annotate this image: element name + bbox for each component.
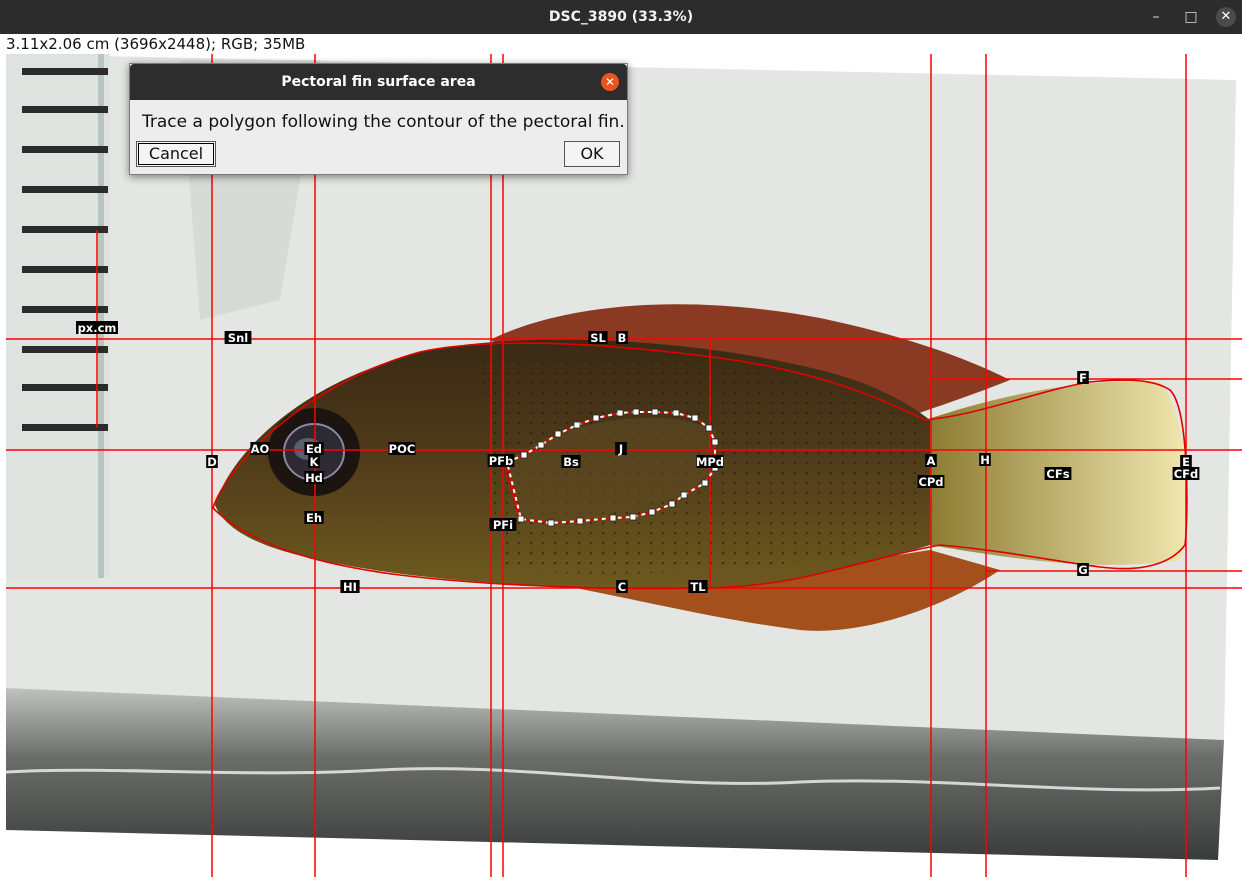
svg-text:POC: POC — [389, 442, 416, 456]
landmark-g: G — [1077, 563, 1089, 577]
minimize-button[interactable]: – — [1146, 0, 1166, 34]
ok-button[interactable]: OK — [564, 141, 620, 167]
landmark-f: F — [1077, 371, 1089, 385]
landmark-snl: Snl — [224, 331, 252, 345]
svg-text:SL: SL — [590, 331, 606, 345]
landmark-a: A — [925, 454, 937, 468]
annotated-photo[interactable]: px.cm Snl SL B AO EdK Hd Eh D POC PFb Bs J MPd PFi A CPd… — [6, 54, 1242, 877]
svg-text:MPd: MPd — [696, 455, 724, 469]
landmark-hi: HI — [340, 580, 360, 594]
svg-text:H: H — [980, 453, 990, 467]
svg-text:Hd: Hd — [305, 471, 323, 485]
svg-text:A: A — [927, 454, 936, 468]
landmark-d: D — [206, 455, 218, 469]
landmark-b: B — [616, 331, 628, 345]
landmark-j: J — [615, 442, 627, 456]
svg-text:CFs: CFs — [1046, 467, 1069, 481]
landmark-sl: SL — [588, 331, 608, 345]
window-title: DSC_3890 (33.3%) — [548, 9, 694, 25]
landmark-hd: Hd — [304, 471, 324, 485]
svg-text:Snl: Snl — [228, 331, 248, 345]
image-canvas[interactable]: px.cm Snl SL B AO Ed K Hd Eh D POC PFb Bs J MPd PFi A CPd… — [6, 54, 1242, 877]
dialog-message: Trace a polygon following the contour of… — [142, 112, 625, 132]
svg-text:px.cm: px.cm — [78, 321, 117, 335]
dialog-titlebar: Pectoral fin surface area ✕ — [130, 64, 627, 100]
landmark-ed: Ed — [304, 442, 324, 456]
landmark-tl: TL — [688, 580, 708, 594]
window-titlebar: DSC_3890 (33.3%) – □ ✕ — [0, 0, 1242, 34]
svg-text:CPd: CPd — [918, 475, 943, 489]
landmark-px-cm: px.cm — [76, 321, 118, 335]
landmark-cfs: CFs — [1044, 467, 1072, 481]
landmark-eh: Eh — [304, 511, 324, 525]
svg-text:HI: HI — [343, 580, 357, 594]
svg-text:PFi: PFi — [493, 518, 513, 532]
svg-text:PFb: PFb — [489, 454, 514, 468]
svg-text:C: C — [618, 580, 626, 594]
landmark-cfd: CFd — [1172, 467, 1200, 481]
svg-text:Eh: Eh — [306, 511, 322, 525]
pectoral-fin-dialog: Pectoral fin surface area ✕ Trace a poly… — [129, 63, 628, 175]
svg-text:J: J — [618, 442, 623, 456]
svg-text:TL: TL — [690, 580, 706, 594]
landmark-bs: Bs — [561, 455, 581, 469]
svg-text:G: G — [1078, 563, 1087, 577]
dialog-close-button[interactable]: ✕ — [601, 73, 619, 91]
svg-text:F: F — [1079, 371, 1087, 385]
landmark-k: K — [308, 455, 320, 469]
svg-text:Bs: Bs — [563, 455, 579, 469]
landmark-cpd: CPd — [917, 475, 945, 489]
window-close-button[interactable]: ✕ — [1216, 7, 1236, 27]
svg-text:AO: AO — [251, 442, 270, 456]
image-info-bar: 3.11x2.06 cm (3696x2448); RGB; 35MB — [0, 34, 1242, 54]
landmark-mpd: MPd — [696, 455, 724, 469]
landmark-poc: POC — [388, 442, 416, 456]
dialog-title: Pectoral fin surface area — [281, 74, 476, 90]
scale-ruler — [6, 54, 110, 578]
svg-text:D: D — [207, 455, 217, 469]
svg-text:Ed: Ed — [306, 442, 322, 456]
svg-text:B: B — [618, 331, 627, 345]
landmark-pfb: PFb — [487, 454, 515, 468]
svg-text:CFd: CFd — [1174, 467, 1199, 481]
landmark-pfi: PFi — [489, 518, 517, 532]
maximize-button[interactable]: □ — [1181, 0, 1201, 34]
landmark-h: H — [979, 453, 991, 467]
landmark-ao: AO — [250, 442, 270, 456]
cancel-button[interactable]: Cancel — [136, 141, 216, 167]
svg-text:K: K — [310, 455, 320, 469]
landmark-c: C — [616, 580, 628, 594]
